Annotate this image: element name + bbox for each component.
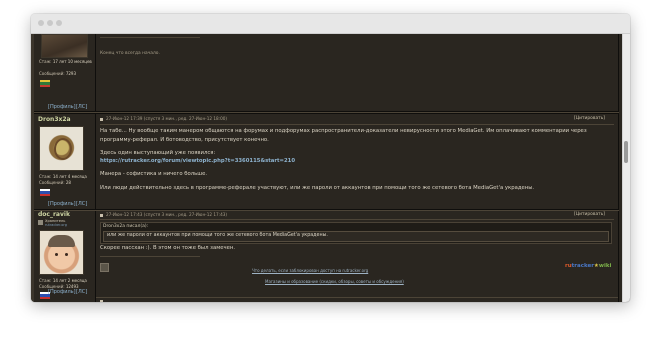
post2-post-icon[interactable]: [100, 118, 103, 121]
post2-header-divider: [100, 124, 614, 125]
post3-pm-link[interactable]: [ЛС]: [76, 290, 87, 295]
post2-text-line5: Или люди действительно здесь в программе…: [100, 185, 535, 191]
forum-page: Стаж: 17 лет 10 месяцев Сообщений: 7293 …: [31, 34, 630, 302]
post2-body: 27-Июн-12 17:39 (спустя 3 мин., ред. 27-…: [96, 114, 618, 209]
signature-divider: [100, 256, 200, 257]
post2-text-line4: Манера - софистика и ничего больше.: [100, 171, 208, 177]
next-post-icon[interactable]: [100, 300, 103, 302]
post2-text-line2: программу-реферал. И ботоводство, присут…: [100, 137, 269, 143]
post1-flag-icon: [40, 80, 50, 87]
post2-author-panel: Dron3x2a Стаж: 14 лет 4 месяца Сообщений…: [34, 114, 95, 209]
footer-link-blocked[interactable]: Что делать, если заблокирован доступ на …: [252, 269, 368, 273]
post2-topic-link[interactable]: https://rutracker.org/forum/viewtopic.ph…: [100, 158, 295, 164]
post3-badge-site: rutracker.org: [45, 223, 67, 227]
post3-header-divider: [100, 219, 614, 220]
post3-body: 27-Июн-12 17:43 (спустя 3 мин., ред. 27-…: [96, 211, 618, 302]
keeper-badge-icon: [38, 220, 43, 225]
close-window-button[interactable]: [38, 20, 44, 26]
post2-profile-link[interactable]: [Профиль]: [48, 202, 76, 207]
vertical-scrollbar[interactable]: [622, 34, 630, 302]
post3-quote-block: Dron3x2a писал(а): или же пароли от акка…: [100, 222, 612, 244]
post-separator: [34, 112, 619, 113]
signature-image-icon: [100, 263, 109, 272]
post3-avatar: [39, 230, 84, 275]
post3-nickname[interactable]: doc_ravik: [38, 212, 70, 218]
post1-body: Конец что всегда начало.: [96, 34, 618, 111]
zoom-window-button[interactable]: [56, 20, 62, 26]
post2-nickname[interactable]: Dron3x2a: [38, 117, 71, 123]
title-bar: [31, 14, 630, 34]
post3-header: 27-Июн-12 17:43 (спустя 3 мин., ред. 27-…: [106, 212, 228, 217]
post2-flag-icon: [40, 189, 50, 196]
post2-avatar: [39, 126, 84, 171]
post1-signature-text: Конец что всегда начало.: [100, 51, 160, 56]
post3-quote-author: Dron3x2a писал(а):: [103, 224, 149, 229]
post-separator: [96, 297, 618, 298]
post1-avatar: [41, 34, 88, 58]
post2-post-count: Сообщений: 28: [39, 180, 71, 185]
post1-author-panel: Стаж: 17 лет 10 месяцев Сообщений: 7293 …: [34, 34, 95, 111]
minimize-window-button[interactable]: [47, 20, 53, 26]
signature-divider: [100, 37, 200, 38]
post3-post-icon[interactable]: [100, 214, 103, 217]
post1-pm-link[interactable]: [ЛС]: [76, 105, 87, 110]
post2-header: 27-Июн-12 17:39 (спустя 3 мин., ред. 27-…: [106, 116, 228, 121]
post3-quote-button[interactable]: [Цитировать]: [574, 212, 605, 217]
scrollbar-thumb[interactable]: [624, 141, 628, 163]
post2-text-line1: На табе... Ну вообще таким манером общаю…: [100, 128, 587, 134]
post3-quote-inner: или же пароли от аккаунтов при помощи то…: [103, 231, 609, 242]
post1-member-since: Стаж: 17 лет 10 месяцев: [39, 59, 92, 64]
post3-profile-link[interactable]: [Профиль]: [48, 290, 76, 295]
footer-link-shops[interactable]: Магазины и образование (скидки, обзоры, …: [265, 280, 404, 284]
post1-post-count: Сообщений: 7293: [39, 71, 77, 76]
post2-quote-button[interactable]: [Цитировать]: [574, 116, 605, 121]
post3-quote-text: или же пароли от аккаунтов при помощи то…: [107, 233, 328, 238]
post2-pm-link[interactable]: [ЛС]: [76, 202, 87, 207]
rutracker-wiki-logo[interactable]: rutracker★wiki: [565, 263, 611, 270]
post3-reply-text: Скорее пассхан :). В этом он тоже был за…: [100, 245, 236, 251]
browser-window: Стаж: 17 лет 10 месяцев Сообщений: 7293 …: [31, 14, 630, 302]
post1-profile-link[interactable]: [Профиль]: [48, 105, 76, 110]
post2-text-line3: Здесь один выступающий уже появился:: [100, 150, 216, 156]
